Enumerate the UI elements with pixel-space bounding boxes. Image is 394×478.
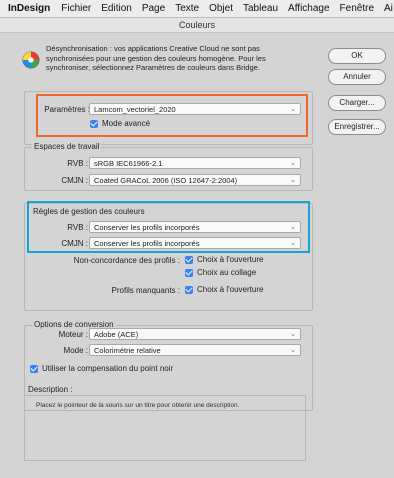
chevron-down-icon: ⌄ bbox=[290, 240, 296, 247]
description-text: Placez le pointeur de la souris sur un t… bbox=[36, 402, 240, 409]
chevron-down-icon: ⌄ bbox=[290, 106, 296, 113]
color-management-title: Règles de gestion des couleurs bbox=[33, 207, 145, 216]
load-button[interactable]: Charger... bbox=[328, 95, 386, 111]
ws-cmyk-select[interactable]: Coated GRACoL 2006 (ISO 12647-2:2004) ⌄ bbox=[89, 174, 301, 186]
ws-rgb-select[interactable]: sRGB IEC61966-2.1 ⌄ bbox=[89, 157, 301, 169]
intent-select[interactable]: Colorimétrie relative ⌄ bbox=[89, 344, 301, 356]
cm-rgb-value: Conserver les profils incorporés bbox=[94, 223, 200, 232]
menu-tableau[interactable]: Tableau bbox=[243, 3, 278, 14]
color-settings-dialog: Désynchronisation : vos applications Cre… bbox=[0, 33, 394, 478]
mismatch-pasting-checkbox[interactable] bbox=[185, 269, 193, 277]
intent-label: Mode : bbox=[63, 346, 88, 355]
cm-cmyk-select[interactable]: Conserver les profils incorporés ⌄ bbox=[89, 237, 301, 249]
settings-select[interactable]: Lamcom_vectoriel_2020 ⌄ bbox=[89, 103, 301, 115]
black-point-label: Utiliser la compensation du point noir bbox=[42, 364, 174, 373]
missing-opening-label: Choix à l'ouverture bbox=[197, 285, 264, 294]
chevron-down-icon: ⌄ bbox=[290, 331, 296, 338]
settings-highlight bbox=[36, 94, 308, 137]
menu-edition[interactable]: Edition bbox=[101, 3, 132, 14]
engine-label: Moteur : bbox=[58, 330, 88, 339]
mismatch-label: Non-concordance des profils : bbox=[73, 256, 180, 265]
advanced-mode-checkbox[interactable] bbox=[90, 120, 98, 128]
missing-profiles-label: Profils manquants : bbox=[111, 286, 180, 295]
menu-objet[interactable]: Objet bbox=[209, 3, 233, 14]
chevron-down-icon: ⌄ bbox=[290, 177, 296, 184]
mismatch-opening-label: Choix à l'ouverture bbox=[197, 255, 264, 264]
mismatch-pasting-label: Choix au collage bbox=[197, 268, 257, 277]
chevron-down-icon: ⌄ bbox=[290, 160, 296, 167]
working-spaces-title: Espaces de travail bbox=[32, 142, 102, 151]
menu-fichier[interactable]: Fichier bbox=[61, 3, 91, 14]
color-sync-icon bbox=[22, 51, 40, 69]
black-point-checkbox[interactable] bbox=[30, 365, 38, 373]
missing-opening-checkbox[interactable] bbox=[185, 286, 193, 294]
settings-value: Lamcom_vectoriel_2020 bbox=[94, 105, 176, 114]
ws-cmyk-label: CMJN : bbox=[61, 176, 88, 185]
ws-rgb-label: RVB : bbox=[67, 159, 88, 168]
app-menu[interactable]: InDesign bbox=[8, 3, 50, 14]
cm-rgb-label: RVB : bbox=[67, 223, 88, 232]
ws-cmyk-value: Coated GRACoL 2006 (ISO 12647-2:2004) bbox=[94, 176, 238, 185]
ws-rgb-value: sRGB IEC61966-2.1 bbox=[94, 159, 163, 168]
menu-aide[interactable]: Ai bbox=[384, 3, 393, 14]
cancel-button[interactable]: Annuler bbox=[328, 69, 386, 85]
cm-cmyk-label: CMJN : bbox=[61, 239, 88, 248]
chevron-down-icon: ⌄ bbox=[290, 347, 296, 354]
sync-warning-text: Désynchronisation : vos applications Cre… bbox=[46, 44, 266, 72]
menu-page[interactable]: Page bbox=[142, 3, 165, 14]
chevron-down-icon: ⌄ bbox=[290, 224, 296, 231]
engine-select[interactable]: Adobe (ACE) ⌄ bbox=[89, 328, 301, 340]
description-title: Description : bbox=[26, 385, 75, 394]
intent-value: Colorimétrie relative bbox=[94, 346, 161, 355]
ok-button[interactable]: OK bbox=[328, 48, 386, 64]
save-button[interactable]: Enregistrer... bbox=[328, 119, 386, 135]
menu-affichage[interactable]: Affichage bbox=[288, 3, 330, 14]
cm-rgb-select[interactable]: Conserver les profils incorporés ⌄ bbox=[89, 221, 301, 233]
mismatch-opening-checkbox[interactable] bbox=[185, 256, 193, 264]
menu-fenetre[interactable]: Fenêtre bbox=[340, 3, 374, 14]
advanced-mode-label: Mode avancé bbox=[102, 119, 151, 128]
menu-bar: InDesign Fichier Edition Page Texte Obje… bbox=[0, 0, 394, 18]
dialog-title: Couleurs bbox=[0, 18, 394, 33]
menu-texte[interactable]: Texte bbox=[175, 3, 199, 14]
cm-cmyk-value: Conserver les profils incorporés bbox=[94, 239, 200, 248]
settings-label: Paramètres : bbox=[44, 105, 90, 114]
engine-value: Adobe (ACE) bbox=[94, 330, 139, 339]
